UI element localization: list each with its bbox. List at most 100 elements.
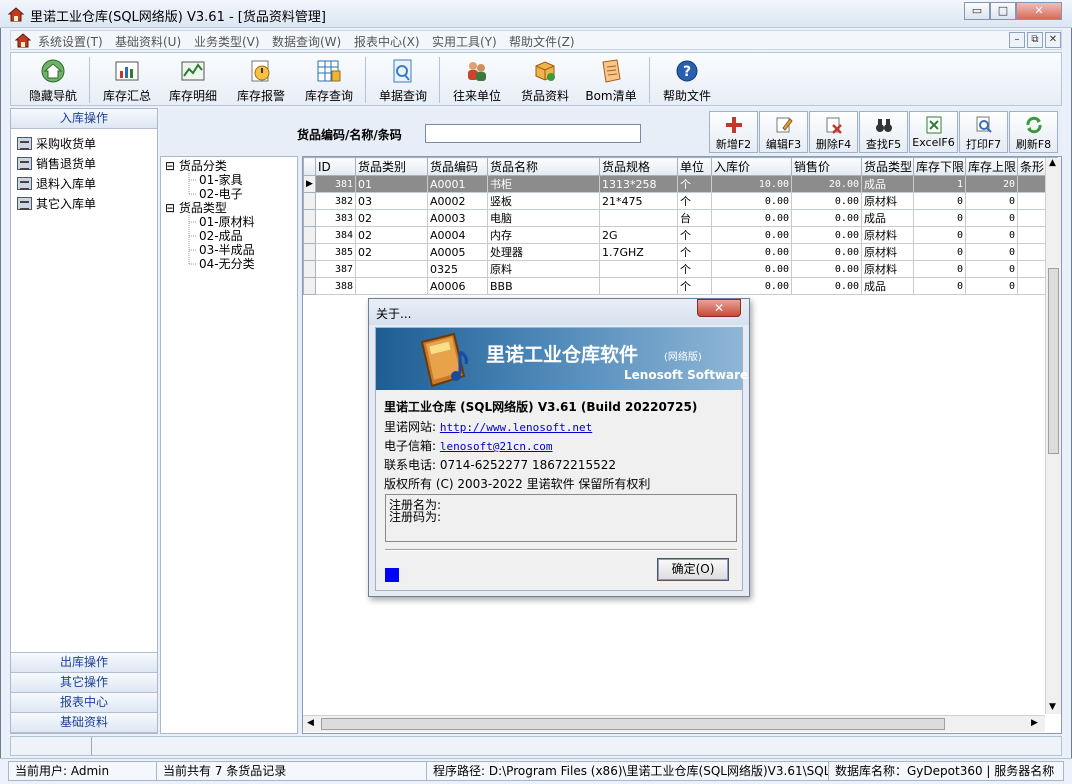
table-cell[interactable]: A0003	[427, 209, 488, 227]
table-cell[interactable]: 02	[355, 226, 428, 244]
toolbar-bom-button[interactable]: Bom清单	[579, 53, 643, 105]
delete-button[interactable]: 删除F4	[809, 111, 858, 153]
col-header-id[interactable]: ID	[315, 157, 356, 176]
table-cell[interactable]	[599, 260, 678, 278]
table-cell[interactable]: 384	[315, 226, 356, 244]
col-header-category[interactable]: 货品类别	[355, 157, 428, 176]
col-header-min-stock[interactable]: 库存下限	[913, 157, 966, 176]
toolbar-goods-data-button[interactable]: 货品资料	[513, 53, 577, 105]
mdi-restore-button[interactable]: ⧉	[1027, 32, 1043, 48]
table-cell[interactable]: 电脑	[487, 209, 600, 227]
table-row[interactable]: 384 02 A0004 内存 2G 个 0.00 0.00 原材料 0 0	[303, 226, 1058, 244]
nav-item-other-inbound[interactable]: 其它入库单	[17, 195, 96, 215]
table-cell[interactable]: 个	[677, 226, 712, 244]
table-cell[interactable]: 0	[913, 277, 966, 295]
refresh-button[interactable]: 刷新F8	[1009, 111, 1058, 153]
col-header-unit[interactable]: 单位	[677, 157, 712, 176]
table-cell[interactable]: 0.00	[791, 209, 862, 227]
ok-button[interactable]: 确定(O)	[657, 558, 729, 581]
table-cell[interactable]	[355, 260, 428, 278]
table-cell[interactable]: 388	[315, 277, 356, 295]
scroll-thumb[interactable]	[1048, 268, 1059, 454]
table-cell[interactable]: 385	[315, 243, 356, 261]
table-cell[interactable]: 1.7GHZ	[599, 243, 678, 261]
add-button[interactable]: 新增F2	[709, 111, 758, 153]
menu-data-query[interactable]: 数据查询(W)	[272, 33, 341, 50]
toolbar-partners-button[interactable]: 往来单位	[445, 53, 509, 105]
toolbar-stock-detail-button[interactable]: 库存明细	[161, 53, 225, 105]
table-cell[interactable]: 02	[355, 243, 428, 261]
table-cell[interactable]: 0	[913, 209, 966, 227]
table-cell[interactable]: 个	[677, 175, 712, 193]
nav-header-reports[interactable]: 报表中心	[11, 693, 157, 713]
scroll-left-icon[interactable]: ◀	[307, 718, 314, 728]
menu-system-settings[interactable]: 系统设置(T)	[38, 33, 103, 50]
table-cell[interactable]: A0004	[427, 226, 488, 244]
tree-node[interactable]: 03-半成品	[199, 243, 255, 257]
table-cell[interactable]: 0.00	[711, 192, 792, 210]
menu-business-type[interactable]: 业务类型(V)	[194, 33, 260, 50]
table-row[interactable]: 383 02 A0003 电脑台 0.00 0.00 成品 0 0	[303, 209, 1058, 227]
table-cell[interactable]: 2G	[599, 226, 678, 244]
table-row[interactable]: 385 02 A0005 处理器 1.7GHZ 个 0.00 0.00 原材料 0 0	[303, 243, 1058, 261]
print-button[interactable]: 打印F7	[959, 111, 1008, 153]
mdi-close-button[interactable]: ✕	[1045, 32, 1061, 48]
table-row[interactable]: ▶ 381 01 A0001 书柜 1313*258 个 10.00 20.00 成品 1 20	[303, 175, 1058, 193]
nav-header-outbound[interactable]: 出库操作	[11, 653, 157, 673]
col-header-max-stock[interactable]: 库存上限	[965, 157, 1018, 176]
table-cell[interactable]: 0	[965, 209, 1018, 227]
website-link[interactable]: http://www.lenosoft.net	[440, 421, 592, 434]
tree-node[interactable]: 01-原材料	[199, 215, 255, 229]
nav-item-purchase-receipt[interactable]: 采购收货单	[17, 135, 96, 155]
table-cell[interactable]: A0002	[427, 192, 488, 210]
minimize-button[interactable]: ▭	[964, 2, 990, 20]
table-row[interactable]: 387 0325 原料个 0.00 0.00 原材料 0 0	[303, 260, 1058, 278]
table-cell[interactable]: 0	[913, 192, 966, 210]
table-cell[interactable]: 0	[965, 192, 1018, 210]
table-cell[interactable]	[599, 209, 678, 227]
table-cell[interactable]: 原材料	[861, 260, 914, 278]
row-indicator[interactable]	[303, 243, 316, 261]
col-header-code[interactable]: 货品编码	[427, 157, 488, 176]
table-cell[interactable]: 02	[355, 209, 428, 227]
toolbar-stock-summary-button[interactable]: 库存汇总	[95, 53, 159, 105]
table-cell[interactable]: 个	[677, 260, 712, 278]
mdi-minimize-button[interactable]: –	[1009, 32, 1025, 48]
edit-button[interactable]: 编辑F3	[759, 111, 808, 153]
hscroll-thumb[interactable]	[321, 718, 945, 730]
menu-utilities[interactable]: 实用工具(Y)	[432, 33, 497, 50]
row-indicator[interactable]	[303, 226, 316, 244]
table-cell[interactable]: 0	[965, 277, 1018, 295]
nav-item-sales-return[interactable]: 销售退货单	[17, 155, 96, 175]
tree-node[interactable]: 04-无分类	[199, 257, 255, 271]
table-cell[interactable]: A0001	[427, 175, 488, 193]
table-cell[interactable]: BBB	[487, 277, 600, 295]
table-cell[interactable]: 387	[315, 260, 356, 278]
row-indicator[interactable]	[303, 260, 316, 278]
table-cell[interactable]: 01	[355, 175, 428, 193]
nav-header-inbound[interactable]: 入库操作	[11, 109, 157, 129]
nav-item-material-return[interactable]: 退料入库单	[17, 175, 96, 195]
table-cell[interactable]: 0	[965, 226, 1018, 244]
table-cell[interactable]: 竖板	[487, 192, 600, 210]
table-cell[interactable]: 0.00	[791, 260, 862, 278]
table-cell[interactable]: 个	[677, 243, 712, 261]
table-cell[interactable]: 0.00	[791, 277, 862, 295]
table-cell[interactable]: 0.00	[711, 209, 792, 227]
col-header-in-price[interactable]: 入库价	[711, 157, 792, 176]
table-cell[interactable]: 0	[965, 243, 1018, 261]
table-cell[interactable]: 0.00	[791, 192, 862, 210]
about-close-button[interactable]: ✕	[697, 299, 741, 317]
table-cell[interactable]: 0	[965, 260, 1018, 278]
table-row[interactable]: 388 A0006 BBB 个 0.00 0.00 成品 0 0	[303, 277, 1058, 295]
table-cell[interactable]: 1	[913, 175, 966, 193]
toolbar-stock-query-button[interactable]: 库存查询	[297, 53, 361, 105]
row-indicator[interactable]	[303, 277, 316, 295]
grid-vertical-scrollbar[interactable]: ▲ ▼	[1045, 158, 1061, 714]
table-cell[interactable]: 381	[315, 175, 356, 193]
toolbar-help-button[interactable]: ? 帮助文件	[655, 53, 719, 105]
find-button[interactable]: 查找F5	[859, 111, 908, 153]
col-header-name[interactable]: 货品名称	[487, 157, 600, 176]
table-cell[interactable]: 20.00	[791, 175, 862, 193]
table-cell[interactable]: 383	[315, 209, 356, 227]
